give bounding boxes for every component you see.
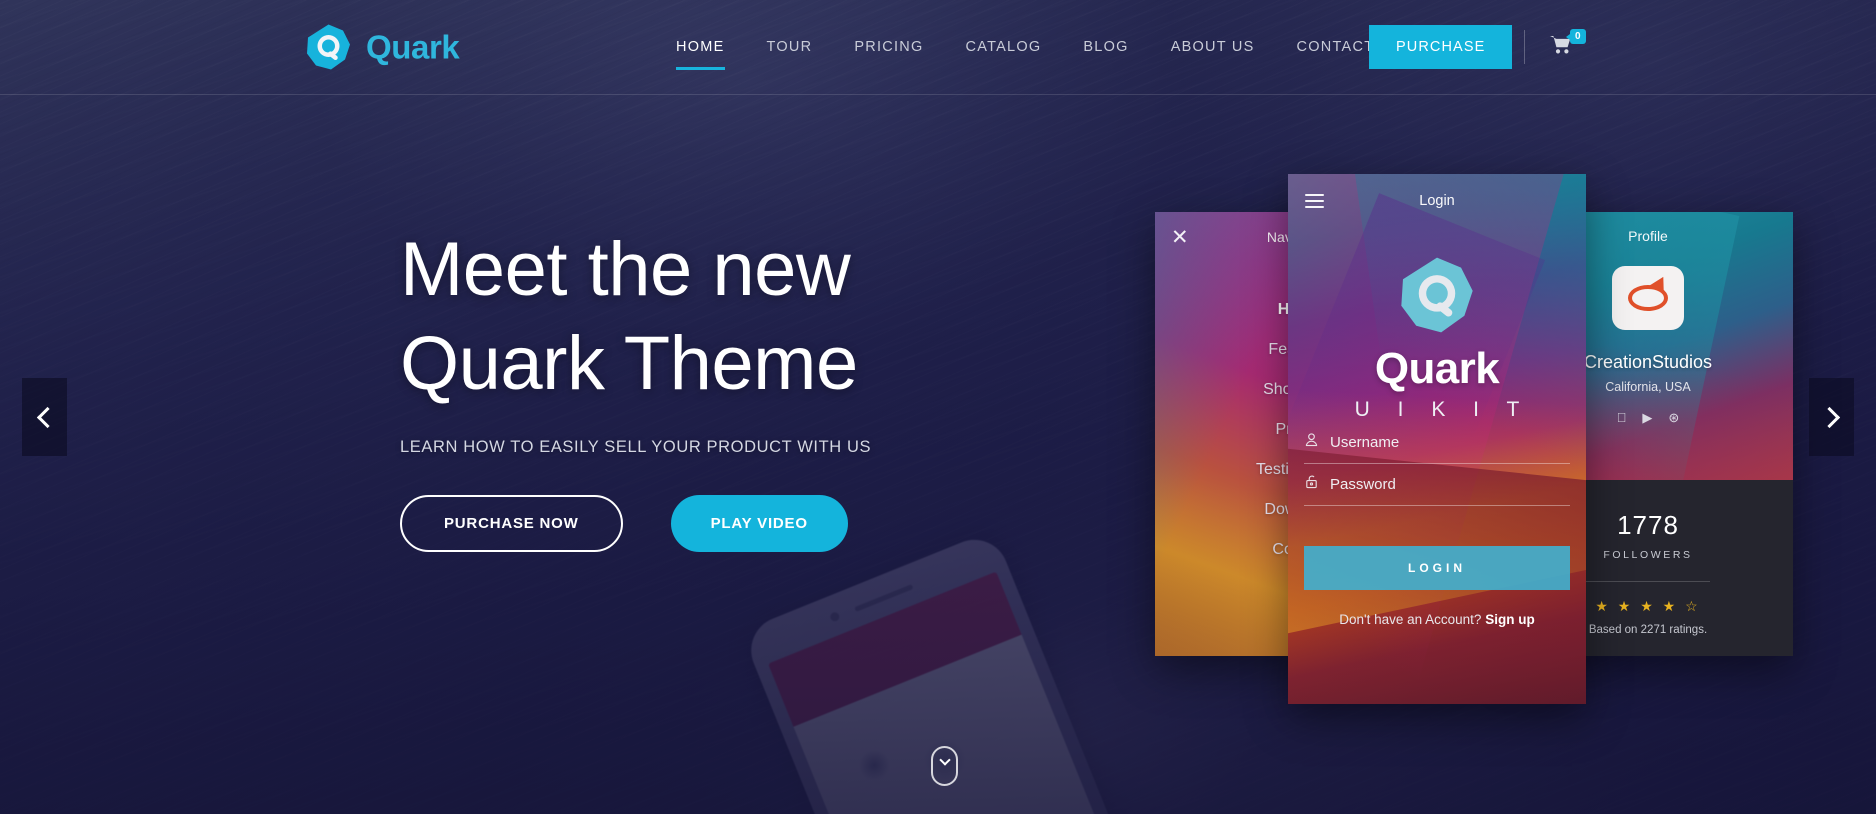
nav-item-home[interactable]: HOME <box>655 29 746 70</box>
mockup-login-card: Login Quark U I K I T Username Password … <box>1288 174 1586 704</box>
app-mockups: ✕ Navigation Home Features Showcase Pric… <box>0 0 1876 814</box>
facebook-icon[interactable]:  <box>1617 410 1627 426</box>
user-icon <box>1304 432 1319 452</box>
login-card-title: Login <box>1419 193 1455 209</box>
brand-name: Quark <box>366 28 460 65</box>
username-field[interactable]: Username <box>1304 422 1570 464</box>
carousel-next-button[interactable] <box>1809 378 1854 456</box>
close-icon[interactable]: ✕ <box>1171 227 1189 248</box>
hero-slider-page: Quark HOME TOUR PRICING CATALOG BLOG ABO… <box>0 0 1876 814</box>
play-video-button[interactable]: PLAY VIDEO <box>670 495 848 552</box>
scroll-down-button[interactable] <box>931 746 958 786</box>
header-divider <box>0 94 1876 95</box>
main-navigation: HOME TOUR PRICING CATALOG BLOG ABOUT US … <box>655 29 1395 70</box>
signup-link[interactable]: Sign up <box>1485 612 1535 627</box>
hero-subtitle: LEARN HOW TO EASILY SELL YOUR PRODUCT WI… <box>400 438 872 456</box>
nav-item-pricing[interactable]: PRICING <box>833 29 944 65</box>
brand-logo[interactable]: Quark <box>305 24 460 71</box>
login-quark-hexagon-logo-icon <box>1398 256 1476 334</box>
password-field[interactable]: Password <box>1304 464 1570 506</box>
hero-content: Meet the new Quark Theme LEARN HOW TO EA… <box>400 232 871 552</box>
header-vertical-divider <box>1524 30 1525 64</box>
purchase-now-button[interactable]: PURCHASE NOW <box>400 495 623 552</box>
nav-item-tour[interactable]: TOUR <box>746 29 834 65</box>
dribbble-icon[interactable]: ⊛ <box>1668 410 1679 426</box>
hero-title-line2: Quark Theme <box>400 321 858 406</box>
nav-item-about-us[interactable]: ABOUT US <box>1150 29 1276 65</box>
carousel-prev-button[interactable] <box>22 378 67 456</box>
purchase-button[interactable]: PURCHASE <box>1369 25 1513 69</box>
username-placeholder: Username <box>1330 433 1400 451</box>
cart-button[interactable]: 0 <box>1550 29 1586 59</box>
login-brand-name: Quark <box>1374 344 1500 393</box>
signup-prompt: Don't have an Account? <box>1339 612 1482 627</box>
envato-leaf-logo-icon <box>1612 266 1684 330</box>
page-title: Meet the new Quark Theme <box>400 232 871 402</box>
nav-item-catalog[interactable]: CATALOG <box>945 29 1063 65</box>
hamburger-menu-icon[interactable] <box>1305 190 1324 212</box>
site-header: Quark HOME TOUR PRICING CATALOG BLOG ABO… <box>0 0 1876 94</box>
password-placeholder: Password <box>1330 475 1396 493</box>
login-card-header: Login <box>1288 174 1586 228</box>
login-submit-button[interactable]: LOGIN <box>1304 546 1570 590</box>
cart-count-badge: 0 <box>1566 29 1586 44</box>
chevron-right-icon <box>1818 406 1840 428</box>
signup-row: Don't have an Account? Sign up <box>1288 612 1586 627</box>
profile-stats-divider <box>1586 581 1710 582</box>
hero-cta-group: PURCHASE NOW PLAY VIDEO <box>400 495 871 552</box>
twitter-icon[interactable]: ▶ <box>1642 410 1652 426</box>
lock-icon <box>1304 474 1319 494</box>
chevron-left-icon <box>36 406 58 428</box>
quark-hexagon-logo-icon <box>305 24 352 71</box>
login-brand-subtitle: U I K I T <box>1354 398 1531 421</box>
chevron-down-icon <box>938 754 951 766</box>
nav-item-blog[interactable]: BLOG <box>1062 29 1149 65</box>
hero-title-line1: Meet the new <box>400 227 851 312</box>
